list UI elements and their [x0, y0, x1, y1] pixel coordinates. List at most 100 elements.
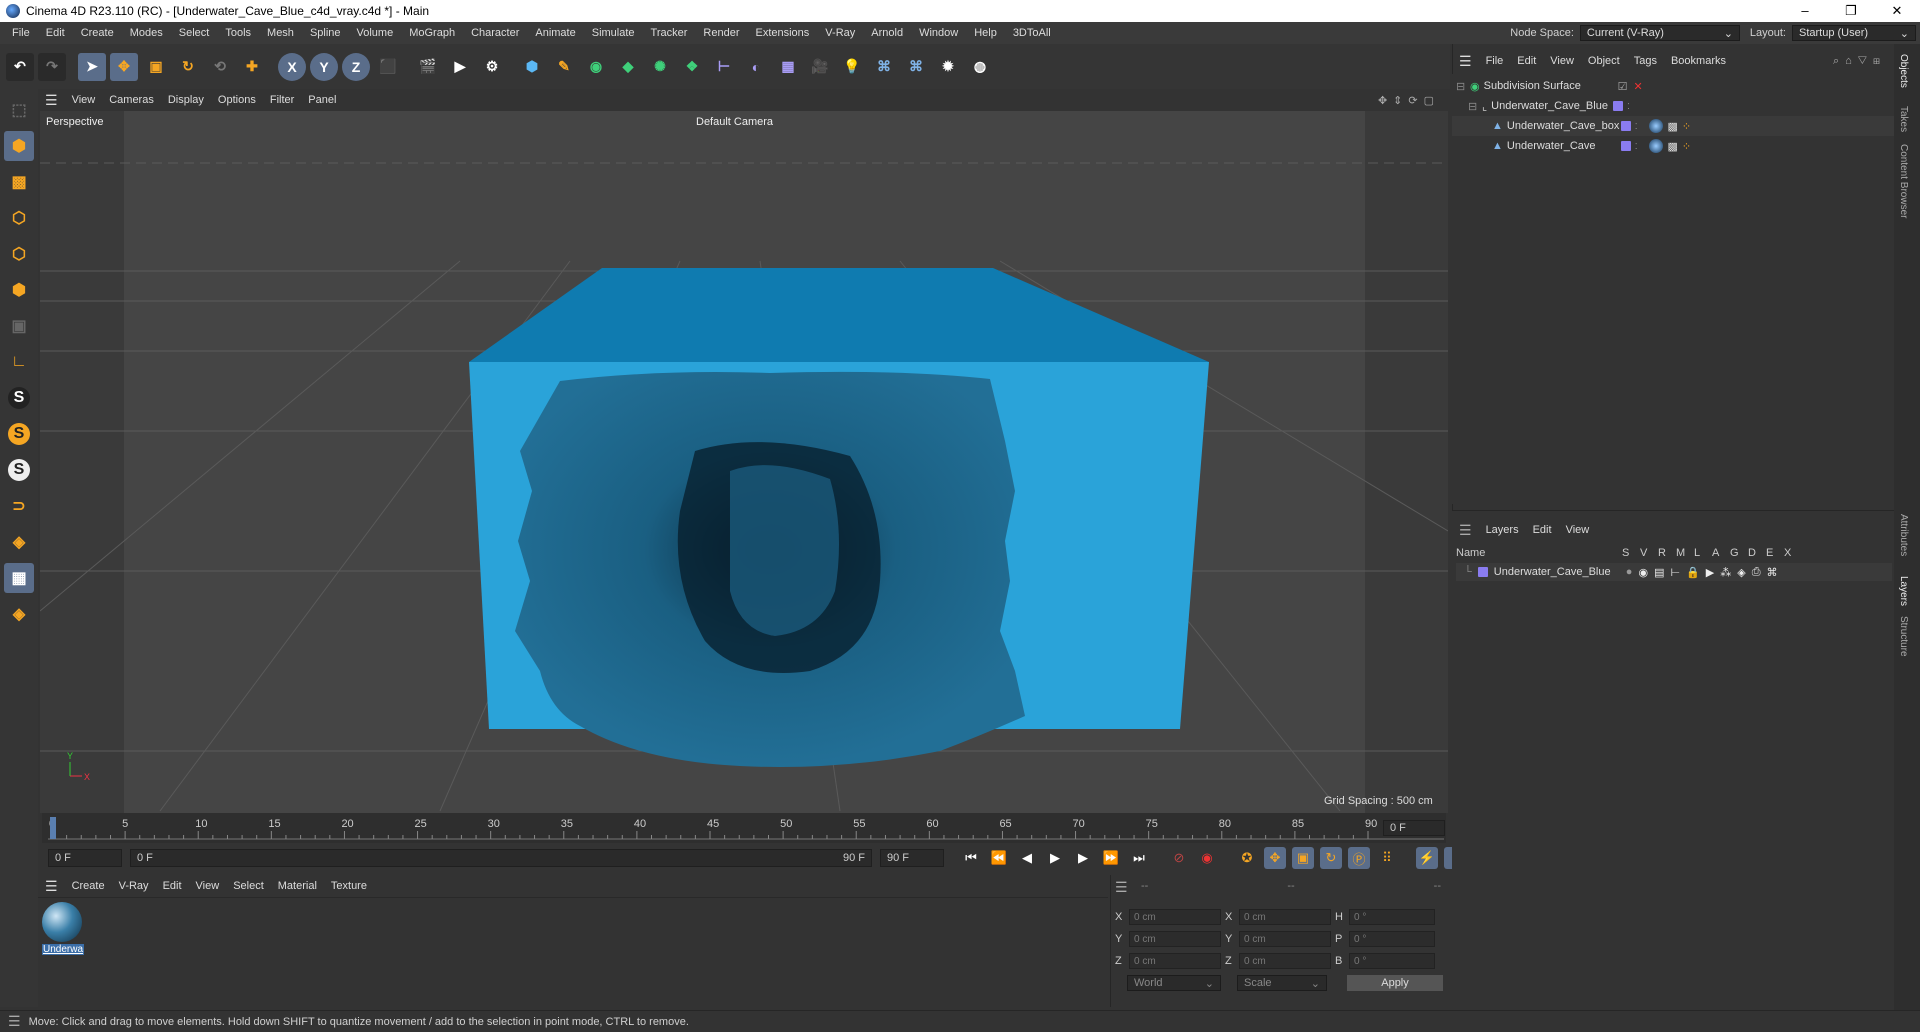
rotate-button[interactable]: ↻ — [174, 53, 202, 81]
frame-range-slider[interactable]: 0 F 90 F — [130, 849, 872, 867]
viewport-nav-icons[interactable]: ✥⇕⟳▢ — [1378, 94, 1440, 107]
make-editable-button[interactable]: ⬚ — [4, 95, 34, 125]
menu-modes[interactable]: Modes — [122, 27, 171, 39]
coord-pos-y-field[interactable]: 0 cm — [1129, 931, 1221, 947]
snap-button-2[interactable]: S — [4, 419, 34, 449]
material-hamburger-icon[interactable]: ☰ — [38, 878, 65, 895]
tree-expand-icon[interactable]: ⊟ — [1468, 100, 1478, 113]
axis-mode-button[interactable]: ∟ — [4, 347, 34, 377]
play-button[interactable]: ▶ — [1044, 847, 1066, 869]
menu-3dtoall[interactable]: 3DToAll — [1005, 27, 1059, 39]
timeline-end-field[interactable]: 0 F — [1383, 820, 1445, 836]
menu-spline[interactable]: Spline — [302, 27, 349, 39]
redo-button[interactable]: ↷ — [38, 52, 66, 81]
vray-tag-icon[interactable]: ⁘ — [1682, 120, 1691, 133]
layer-col-a[interactable]: A — [1712, 547, 1730, 559]
menu-create[interactable]: Create — [73, 27, 122, 39]
menu-window[interactable]: Window — [911, 27, 966, 39]
menu-vray[interactable]: V-Ray — [817, 27, 863, 39]
go-to-end-button[interactable]: ⏭ — [1128, 847, 1150, 869]
x-axis-button[interactable]: X — [278, 52, 306, 81]
material-menu-material[interactable]: Material — [271, 880, 324, 892]
menu-extensions[interactable]: Extensions — [747, 27, 817, 39]
layer-color-swatch[interactable] — [1620, 121, 1631, 131]
vray-settings-button[interactable]: ✹ — [934, 53, 962, 81]
layer-col-v[interactable]: V — [1640, 547, 1658, 559]
live-selection-button[interactable]: ➤ — [78, 52, 106, 81]
coord-mode-dropdown[interactable]: World ⌄ — [1127, 975, 1221, 991]
point-mode-button[interactable]: ⬡ — [4, 203, 34, 233]
object-menu-tags[interactable]: Tags — [1627, 55, 1664, 67]
magnet-button[interactable]: ⊃ — [4, 491, 34, 521]
eye-icon[interactable]: ◉ — [1638, 566, 1648, 579]
viewport-hamburger-icon[interactable]: ☰ — [38, 92, 65, 109]
coordinate-system-button[interactable]: ⬛ — [374, 53, 402, 81]
coord-size-x-field[interactable]: 0 cm — [1239, 909, 1331, 925]
solo-dot-icon[interactable]: ● — [1626, 566, 1633, 578]
status-hamburger-icon[interactable]: ☰ — [0, 1013, 29, 1030]
scale-button[interactable]: ▣ — [142, 53, 170, 81]
lock-icon[interactable]: 🔒 — [1686, 566, 1700, 579]
record-keys-button[interactable]: ⊘ — [1168, 847, 1190, 869]
end-frame-field[interactable]: 90 F — [880, 849, 944, 867]
menu-tools[interactable]: Tools — [217, 27, 259, 39]
material-menu-view[interactable]: View — [189, 880, 227, 892]
menu-mograph[interactable]: MoGraph — [401, 27, 463, 39]
layer-col-s[interactable]: S — [1622, 547, 1640, 559]
key-scale-button[interactable]: ▣ — [1292, 847, 1314, 869]
workplane-button[interactable]: ◈ — [4, 527, 34, 557]
close-button[interactable]: ✕ — [1874, 3, 1920, 19]
snap-button-3[interactable]: S — [4, 455, 34, 485]
layer-name[interactable]: Underwater_Cave_Blue — [1494, 566, 1626, 578]
pen-button[interactable]: ✎ — [550, 53, 578, 81]
layer-color-swatch[interactable] — [1477, 567, 1488, 577]
object-menu-view[interactable]: View — [1543, 55, 1581, 67]
render-view-button[interactable]: 🎬 — [414, 53, 442, 81]
animation-play-icon[interactable]: ▶ — [1706, 566, 1714, 579]
floor-button[interactable]: ▦ — [774, 53, 802, 81]
y-axis-button[interactable]: Y — [310, 52, 338, 81]
object-toolbar-icons[interactable]: ⌕⌂▽⊞ — [1833, 55, 1886, 68]
material-tag-icon[interactable] — [1649, 139, 1664, 153]
array-button[interactable]: ✺ — [646, 53, 674, 81]
key-parameter-button[interactable]: Ⓟ — [1348, 847, 1370, 869]
layer-color-swatch[interactable] — [1613, 101, 1624, 111]
viewport-menu-options[interactable]: Options — [211, 94, 263, 106]
object-name[interactable]: Underwater_Cave — [1507, 140, 1621, 152]
z-axis-button[interactable]: Z — [342, 52, 370, 81]
material-menu-select[interactable]: Select — [226, 880, 271, 892]
apply-button[interactable]: Apply — [1347, 975, 1443, 991]
coord-rot-h-field[interactable]: 0 ° — [1349, 909, 1435, 925]
vray-globe-button[interactable]: ◍ — [966, 53, 994, 81]
vray-tag-icon[interactable]: ⁘ — [1682, 140, 1691, 153]
expressions-icon[interactable]: ⎙ — [1752, 566, 1761, 579]
viewport-menu-panel[interactable]: Panel — [301, 94, 343, 106]
menu-mesh[interactable]: Mesh — [259, 27, 302, 39]
material-swatch[interactable]: Underwa — [42, 902, 84, 960]
viewport-menu-filter[interactable]: Filter — [263, 94, 301, 106]
coord-hamburger-icon[interactable]: ☰ — [1115, 879, 1128, 896]
layer-row[interactable]: └ Underwater_Cave_Blue ● ◉ ▤ ⊢ 🔒 ▶ ⁂ ◈ ⎙… — [1456, 563, 1892, 581]
timeline-ruler[interactable]: 051015202530354045505560657075808590 0 F — [38, 813, 1450, 843]
layer-col-d[interactable]: D — [1748, 547, 1766, 559]
deformers-icon[interactable]: ◈ — [1737, 566, 1745, 579]
menu-animate[interactable]: Animate — [527, 27, 583, 39]
autokey-button[interactable]: ◉ — [1196, 847, 1218, 869]
coord-pos-x-field[interactable]: 0 cm — [1129, 909, 1221, 925]
checker-tag-icon[interactable]: ▩ — [1667, 140, 1677, 153]
material-menu-texture[interactable]: Texture — [324, 880, 374, 892]
object-menu-file[interactable]: File — [1479, 55, 1511, 67]
visibility-dots-icon[interactable]: ⁚ — [1627, 102, 1630, 111]
layer-menu-layers[interactable]: Layers — [1479, 524, 1526, 536]
key-pla-button[interactable]: ⠿ — [1376, 847, 1398, 869]
object-hamburger-icon[interactable]: ☰ — [1452, 53, 1479, 70]
3d-viewport[interactable]: Y X — [40, 111, 1448, 813]
cube-button[interactable]: ⬢ — [518, 53, 546, 81]
move-button[interactable]: ✥ — [110, 52, 138, 81]
coord-pos-z-field[interactable]: 0 cm — [1129, 953, 1221, 969]
key-position-button[interactable]: ✥ — [1264, 847, 1286, 869]
object-name[interactable]: Underwater_Cave_box — [1507, 120, 1621, 132]
layer-hamburger-icon[interactable]: ☰ — [1452, 522, 1479, 539]
object-row[interactable]: ▲ Underwater_Cave ⁚ ▩ ⁘ — [1452, 136, 1894, 156]
key-rotation-button[interactable]: ↻ — [1320, 847, 1342, 869]
